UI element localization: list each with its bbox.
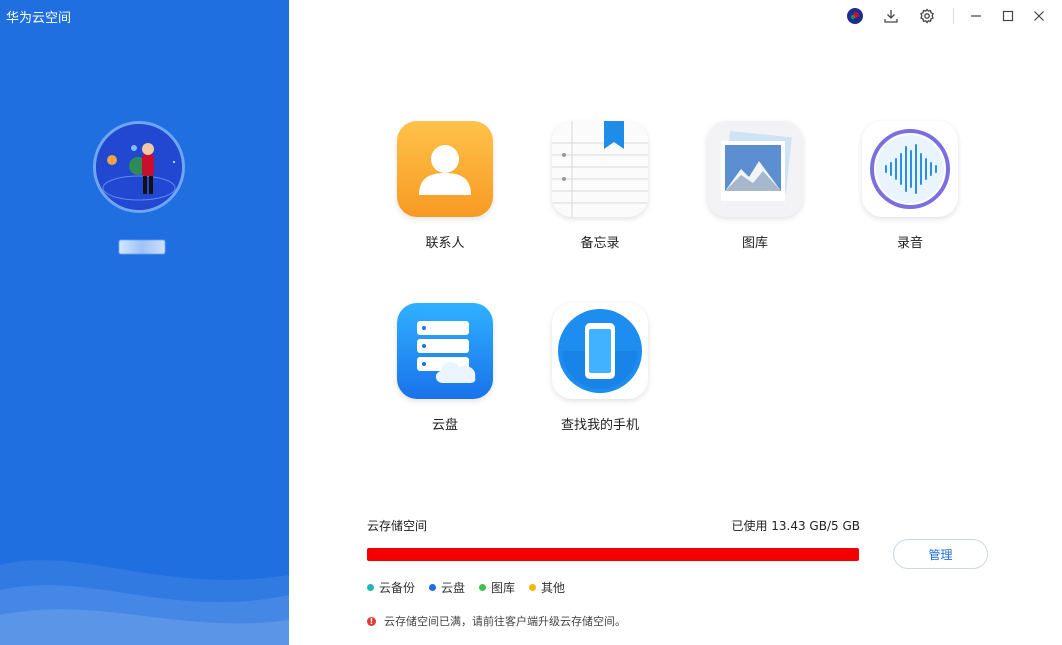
storage-progress-bar bbox=[367, 548, 859, 561]
close-icon[interactable] bbox=[1028, 5, 1050, 27]
manage-button[interactable]: 管理 bbox=[893, 539, 988, 569]
legend-dot bbox=[479, 584, 487, 591]
app-gallery[interactable]: 图库 bbox=[695, 121, 815, 251]
legend-item-backup: 云备份 bbox=[367, 579, 415, 596]
app-contacts[interactable]: 联系人 bbox=[385, 121, 505, 251]
legend-dot bbox=[529, 584, 537, 591]
legend-label: 其他 bbox=[541, 581, 566, 595]
legend-item-other: 其他 bbox=[529, 579, 565, 596]
warning-text: 云存储空间已满，请前往客户端升级云存储空间。 bbox=[384, 615, 626, 628]
app-label: 备忘录 bbox=[580, 236, 620, 251]
find-phone-icon bbox=[552, 303, 648, 399]
user-name: ■■■■ bbox=[119, 240, 165, 254]
app-label: 录音 bbox=[896, 236, 923, 251]
legend-dot bbox=[367, 584, 374, 591]
sidebar: 华为云空间 ■■■■ bbox=[0, 0, 289, 645]
warning-icon: ! bbox=[367, 616, 376, 626]
app-label: 联系人 bbox=[425, 236, 465, 251]
app-label: 云盘 bbox=[431, 418, 458, 433]
app-find-phone[interactable]: 查找我的手机 bbox=[540, 303, 660, 433]
app-recorder[interactable]: 录音 bbox=[850, 121, 970, 251]
legend-label: 云备份 bbox=[379, 581, 416, 595]
storage-progress-fill bbox=[367, 548, 859, 561]
download-icon[interactable] bbox=[880, 5, 902, 27]
app-label: 查找我的手机 bbox=[560, 418, 639, 433]
app-cloud-drive[interactable]: 云盘 bbox=[385, 303, 505, 433]
gallery-icon bbox=[707, 121, 803, 217]
minimize-icon[interactable] bbox=[965, 5, 987, 27]
controls-divider bbox=[953, 8, 954, 24]
settings-icon[interactable] bbox=[916, 5, 938, 27]
cloud-drive-icon bbox=[397, 303, 493, 399]
app-notes[interactable]: 备忘录 bbox=[540, 121, 660, 251]
contacts-icon bbox=[397, 121, 493, 217]
legend-label: 云盘 bbox=[441, 581, 466, 595]
storage-title: 云存储空间 bbox=[367, 519, 428, 533]
avatar[interactable] bbox=[93, 121, 185, 213]
maximize-icon[interactable] bbox=[997, 5, 1019, 27]
recorder-icon bbox=[862, 121, 958, 217]
legend-label: 图库 bbox=[491, 581, 516, 595]
legend-item-drive: 云盘 bbox=[429, 579, 465, 596]
avatar-image bbox=[96, 124, 182, 210]
notes-icon bbox=[552, 121, 648, 217]
storage-used-text: 已使用 13.43 GB/5 GB bbox=[731, 519, 860, 533]
account-avatar-icon[interactable] bbox=[844, 5, 866, 27]
app-title: 华为云空间 bbox=[6, 11, 72, 26]
storage-warning: ! 云存储空间已满，请前往客户端升级云存储空间。 bbox=[367, 613, 626, 629]
legend-item-gallery: 图库 bbox=[479, 579, 515, 596]
storage-legend: 云备份 云盘 图库 其他 bbox=[367, 579, 565, 596]
sidebar-wave-decoration bbox=[0, 560, 289, 645]
legend-dot bbox=[429, 584, 437, 591]
app-label: 图库 bbox=[741, 236, 768, 251]
